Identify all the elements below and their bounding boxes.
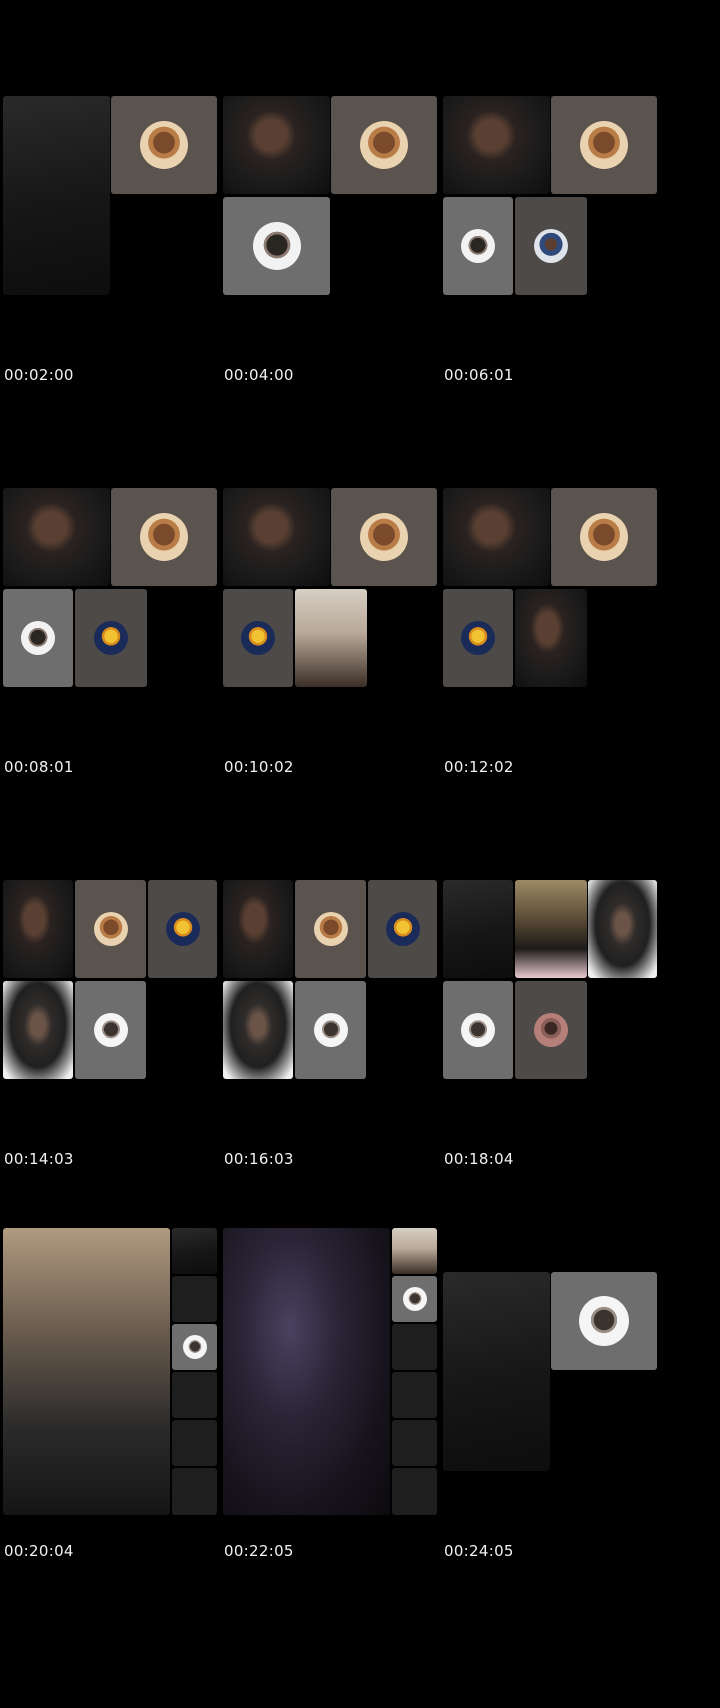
participant-avatar-tile[interactable] <box>368 880 437 978</box>
participant-placeholder-tile[interactable] <box>392 1372 437 1418</box>
timestamp-label: 00:20:04 <box>4 1542 74 1560</box>
participant-avatar-icon <box>313 1013 348 1047</box>
participant-avatar-icon <box>461 229 495 263</box>
participant-avatar-icon <box>579 1296 629 1346</box>
participant-avatar-tile[interactable] <box>551 488 657 586</box>
participant-avatar-icon <box>93 1013 128 1047</box>
participant-avatar-icon <box>93 912 128 946</box>
timestamp-label: 00:10:02 <box>224 758 294 776</box>
participant-avatar-tile[interactable] <box>3 589 73 687</box>
participant-video-tile[interactable] <box>443 96 550 194</box>
participant-avatar-tile[interactable] <box>515 981 587 1079</box>
participant-avatar-icon <box>534 1013 568 1047</box>
participant-avatar-icon <box>165 912 200 946</box>
participant-video-tile[interactable] <box>172 1228 217 1274</box>
participant-avatar-icon <box>313 912 348 946</box>
timestamp-label: 00:06:01 <box>444 366 514 384</box>
participant-video-tile[interactable] <box>3 1228 170 1515</box>
participant-avatar-tile[interactable] <box>515 197 587 295</box>
participant-avatar-tile[interactable] <box>331 488 437 586</box>
timestamp-label: 00:02:00 <box>4 366 74 384</box>
timestamp-label: 00:22:05 <box>224 1542 294 1560</box>
participant-video-tile[interactable] <box>223 1228 390 1515</box>
call-frame-9 <box>443 880 679 1308</box>
participant-avatar-icon <box>534 229 568 263</box>
participant-avatar-tile[interactable] <box>551 1272 657 1370</box>
participant-avatar-icon <box>580 513 628 561</box>
participant-video-tile[interactable] <box>3 96 110 295</box>
participant-avatar-icon <box>461 621 495 655</box>
timestamp-label: 00:12:02 <box>444 758 514 776</box>
participant-avatar-icon <box>140 513 188 561</box>
participant-avatar-tile[interactable] <box>75 880 146 978</box>
participant-avatar-tile[interactable] <box>223 589 293 687</box>
participant-video-tile[interactable] <box>295 589 367 687</box>
timestamp-label: 00:16:03 <box>224 1150 294 1168</box>
participant-avatar-icon <box>241 621 275 655</box>
participant-video-tile[interactable] <box>3 981 73 1079</box>
participant-avatar-tile[interactable] <box>295 981 366 1079</box>
call-frame-6 <box>443 488 679 916</box>
participant-avatar-icon <box>94 621 128 655</box>
participant-placeholder-tile[interactable] <box>392 1468 437 1515</box>
participant-video-tile[interactable] <box>443 880 513 978</box>
timestamp-label: 00:08:01 <box>4 758 74 776</box>
participant-avatar-icon <box>252 222 301 270</box>
call-frame-10 <box>3 1228 239 1518</box>
timestamp-label: 00:04:00 <box>224 366 294 384</box>
participant-video-tile[interactable] <box>443 1272 550 1471</box>
timestamp-label: 00:18:04 <box>444 1150 514 1168</box>
participant-placeholder-tile[interactable] <box>392 1324 437 1370</box>
participant-avatar-icon <box>461 1013 495 1047</box>
participant-avatar-icon <box>140 121 188 169</box>
participant-video-tile[interactable] <box>223 981 293 1079</box>
participant-avatar-icon <box>402 1287 427 1311</box>
participant-video-tile[interactable] <box>515 589 587 687</box>
participant-avatar-tile[interactable] <box>295 880 366 978</box>
participant-avatar-tile[interactable] <box>172 1324 217 1370</box>
participant-avatar-icon <box>182 1335 207 1359</box>
participant-video-tile[interactable] <box>3 880 73 978</box>
participant-avatar-tile[interactable] <box>111 96 217 194</box>
participant-placeholder-tile[interactable] <box>392 1420 437 1466</box>
timestamp-label: 00:24:05 <box>444 1542 514 1560</box>
participant-video-tile[interactable] <box>223 880 293 978</box>
call-frame-11 <box>223 1228 459 1518</box>
participant-avatar-icon <box>385 912 420 946</box>
participant-video-tile[interactable] <box>3 488 110 586</box>
participant-video-tile[interactable] <box>223 96 330 194</box>
participant-placeholder-tile[interactable] <box>172 1276 217 1322</box>
participant-video-tile[interactable] <box>443 488 550 586</box>
participant-avatar-tile[interactable] <box>443 981 513 1079</box>
participant-avatar-tile[interactable] <box>392 1276 437 1322</box>
participant-avatar-tile[interactable] <box>551 96 657 194</box>
call-frame-12 <box>443 1272 679 1472</box>
participant-avatar-tile[interactable] <box>331 96 437 194</box>
participant-avatar-tile[interactable] <box>75 589 147 687</box>
participant-avatar-icon <box>21 621 55 655</box>
call-frame-2 <box>223 96 459 524</box>
participant-video-tile[interactable] <box>392 1228 437 1274</box>
participant-placeholder-tile[interactable] <box>172 1468 217 1515</box>
participant-avatar-tile[interactable] <box>111 488 217 586</box>
participant-avatar-tile[interactable] <box>223 197 330 295</box>
participant-avatar-tile[interactable] <box>148 880 217 978</box>
participant-video-tile[interactable] <box>515 880 587 978</box>
participant-avatar-tile[interactable] <box>443 589 513 687</box>
call-frame-5 <box>223 488 459 916</box>
participant-avatar-icon <box>360 513 408 561</box>
call-frame-3 <box>443 96 679 524</box>
participant-placeholder-tile[interactable] <box>172 1372 217 1418</box>
participant-video-tile[interactable] <box>588 880 657 978</box>
participant-avatar-tile[interactable] <box>443 197 513 295</box>
participant-avatar-icon <box>580 121 628 169</box>
participant-placeholder-tile[interactable] <box>172 1420 217 1466</box>
timestamp-label: 00:14:03 <box>4 1150 74 1168</box>
participant-avatar-icon <box>360 121 408 169</box>
call-frame-4 <box>3 488 239 916</box>
participant-avatar-tile[interactable] <box>75 981 146 1079</box>
participant-video-tile[interactable] <box>223 488 330 586</box>
call-frame-1 <box>3 96 239 524</box>
